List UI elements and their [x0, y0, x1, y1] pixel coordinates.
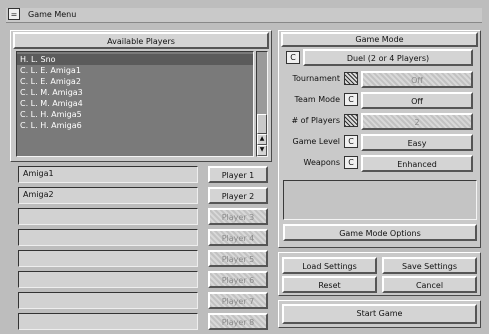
player-list-item[interactable]: C. L. E. Amiga2: [17, 76, 253, 87]
start-game-button[interactable]: Start Game: [282, 304, 477, 324]
team-mode-value[interactable]: Off: [361, 92, 473, 109]
tournament-value[interactable]: Off: [361, 71, 473, 88]
of-players-cycle-icon[interactable]: [344, 114, 358, 127]
weapons-value[interactable]: Enhanced: [361, 155, 473, 172]
player-slot-field[interactable]: [18, 292, 198, 309]
save-settings-button[interactable]: Save Settings: [382, 257, 477, 274]
scroll-up-icon[interactable]: ▲: [257, 134, 267, 145]
game-mode-selector[interactable]: Duel (2 or 4 Players): [303, 49, 473, 66]
player-slot-field[interactable]: [18, 229, 198, 246]
player-list-item[interactable]: C. L. E. Amiga1: [17, 65, 253, 76]
cancel-button[interactable]: Cancel: [382, 276, 477, 293]
player-3-button[interactable]: Player 3: [208, 208, 268, 225]
game-level-cycle-icon[interactable]: C: [344, 135, 358, 148]
tournament-label: Tournament: [292, 74, 340, 83]
player-5-button[interactable]: Player 5: [208, 250, 268, 267]
of-players-value[interactable]: 2: [361, 113, 473, 130]
team-mode-label: Team Mode: [294, 95, 340, 104]
player-4-button[interactable]: Player 4: [208, 229, 268, 246]
scroll-down-icon[interactable]: ▼: [257, 145, 267, 156]
window-title: Game Menu: [28, 10, 77, 19]
load-settings-button[interactable]: Load Settings: [282, 257, 377, 274]
player-slot-field[interactable]: [18, 208, 198, 225]
game-level-label: Game Level: [292, 137, 340, 146]
player-1-button[interactable]: Player 1: [208, 166, 268, 183]
player-list-item[interactable]: C. L. H. Amiga6: [17, 120, 253, 131]
player-7-button[interactable]: Player 7: [208, 292, 268, 309]
game-mode-options-button[interactable]: Game Mode Options: [283, 224, 477, 241]
player-list-item[interactable]: C. L. H. Amiga5: [17, 109, 253, 120]
player-list-item[interactable]: H. L. Sno: [17, 54, 253, 65]
player-2-button[interactable]: Player 2: [208, 187, 268, 204]
window-menu-icon[interactable]: =: [8, 8, 20, 20]
game-mode-spacer: [283, 180, 477, 220]
scrollbar-thumb[interactable]: [257, 114, 267, 134]
reset-button[interactable]: Reset: [282, 276, 377, 293]
player-8-button[interactable]: Player 8: [208, 313, 268, 330]
of-players-label: # of Players: [291, 116, 340, 125]
player-list-item[interactable]: C. L. M. Amiga3: [17, 87, 253, 98]
player-slot-field[interactable]: Amiga1: [18, 166, 198, 183]
player-6-button[interactable]: Player 6: [208, 271, 268, 288]
available-players-header: Available Players: [13, 32, 269, 49]
team-mode-cycle-icon[interactable]: C: [344, 93, 358, 106]
title-bar: = Game Menu: [6, 8, 482, 23]
player-slot-field[interactable]: [18, 250, 198, 267]
players-list[interactable]: H. L. Sno C. L. E. Amiga1 C. L. E. Amiga2 C…: [16, 51, 254, 157]
tournament-cycle-icon[interactable]: [344, 72, 358, 85]
weapons-cycle-icon[interactable]: C: [344, 156, 358, 169]
player-slot-field[interactable]: [18, 271, 198, 288]
player-list-item[interactable]: C. L. M. Amiga4: [17, 98, 253, 109]
player-slot-field[interactable]: [18, 313, 198, 330]
game-level-value[interactable]: Easy: [361, 134, 473, 151]
players-list-scrollbar[interactable]: ▲ ▼: [256, 51, 268, 157]
game-mode-header: Game Mode: [281, 32, 478, 47]
mode-cycle-icon[interactable]: C: [286, 51, 300, 64]
weapons-label: Weapons: [303, 158, 340, 167]
player-slot-field[interactable]: Amiga2: [18, 187, 198, 204]
